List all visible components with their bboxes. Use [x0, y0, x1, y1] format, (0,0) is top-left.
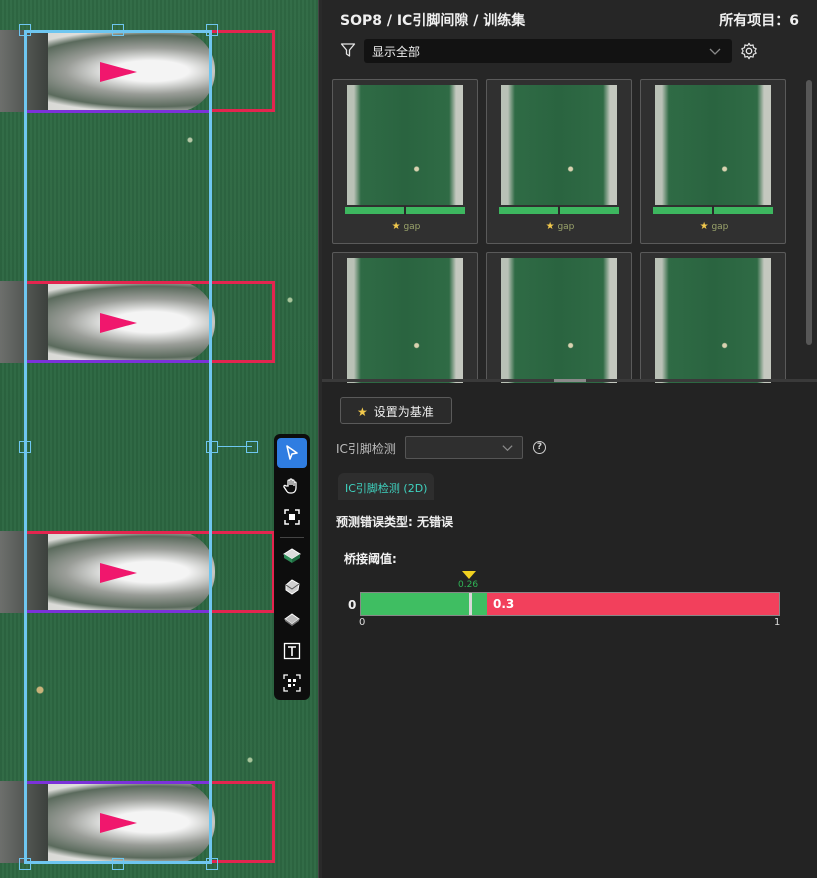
help-icon[interactable]: ?: [533, 441, 546, 454]
image-viewer[interactable]: [0, 0, 318, 878]
star-icon: ★: [545, 221, 555, 232]
slider-tick-max: 1: [774, 617, 781, 628]
set-baseline-button[interactable]: ★ 设置为基准: [340, 397, 452, 424]
thumbnail-image: [347, 258, 463, 383]
resize-handle[interactable]: [206, 24, 218, 36]
fit-view-icon[interactable]: [277, 502, 307, 532]
resize-handle[interactable]: [112, 24, 124, 36]
gallery-thumbnail[interactable]: ★ gap: [640, 79, 786, 244]
thumbnail-image: [655, 85, 771, 205]
chevron-down-icon: [502, 445, 513, 452]
filter-dropdown-value: 显示全部: [372, 45, 421, 59]
right-panel: SOP8 / IC引脚间隙 / 训练集 所有项目：6 显示全部 ★ gap ★ …: [322, 0, 817, 878]
resize-handle[interactable]: [206, 441, 218, 453]
thumbnail-threshold-bar: [653, 206, 773, 215]
gallery-thumbnail[interactable]: [640, 252, 786, 383]
chevron-down-icon: [709, 48, 721, 55]
selection-rectangle[interactable]: [24, 30, 212, 864]
chip-3d-icon[interactable]: [277, 572, 307, 602]
pin-roi-box[interactable]: [212, 531, 275, 613]
thumbnail-label: ★ gap: [391, 221, 421, 232]
slider-tick-min: 0: [359, 617, 366, 628]
gallery-thumbnail[interactable]: [332, 252, 478, 383]
rotation-handle[interactable]: [246, 441, 258, 453]
threshold-slider[interactable]: 0.3: [360, 592, 780, 616]
pad-3d-icon[interactable]: [277, 540, 307, 570]
gallery-thumbnail[interactable]: ★ gap: [486, 79, 632, 244]
thumbnail-image: [655, 258, 771, 383]
thumbnail-threshold-bar: [499, 206, 619, 215]
pin-roi-box[interactable]: [212, 281, 275, 363]
star-icon: ★: [699, 221, 709, 232]
star-icon: ★: [357, 405, 368, 419]
splitter-grip[interactable]: [554, 379, 586, 382]
thumbnail-label: ★ gap: [699, 221, 729, 232]
tool-palette: [274, 434, 310, 700]
resize-handle[interactable]: [19, 24, 31, 36]
qr-code-icon[interactable]: [277, 668, 307, 698]
detect-type-label: IC引脚检测: [336, 442, 396, 456]
detect-type-dropdown[interactable]: [405, 436, 523, 459]
threshold-marker-pointer[interactable]: [462, 571, 476, 579]
thumbnail-image: [347, 85, 463, 205]
ic-package-icon[interactable]: [277, 604, 307, 634]
set-baseline-label: 设置为基准: [373, 405, 434, 419]
breadcrumb: SOP8 / IC引脚间隙 / 训练集: [340, 13, 526, 29]
thumbnail-image: [501, 258, 617, 383]
threshold-current-value: 0.3: [493, 597, 515, 611]
threshold-marker-value: 0.26: [458, 580, 479, 590]
resize-handle[interactable]: [112, 858, 124, 870]
threshold-title: 桥接阈值:: [344, 552, 397, 566]
resize-handle[interactable]: [19, 441, 31, 453]
gallery-scrollbar[interactable]: [806, 80, 812, 345]
resize-handle[interactable]: [19, 858, 31, 870]
thumbnail-image: [501, 85, 617, 205]
threshold-current-min: 0: [348, 598, 357, 612]
gallery-thumbnail[interactable]: [486, 252, 632, 383]
select-arrow-icon[interactable]: [277, 438, 307, 468]
gallery-thumbnail[interactable]: ★ gap: [332, 79, 478, 244]
threshold-marker[interactable]: [469, 593, 472, 615]
pin-roi-box[interactable]: [212, 30, 275, 112]
star-icon: ★: [391, 221, 401, 232]
thumbnail-threshold-bar: [345, 206, 465, 215]
filter-dropdown[interactable]: 显示全部: [364, 39, 732, 63]
text-icon[interactable]: [277, 636, 307, 666]
item-count: 所有项目：6: [719, 13, 799, 29]
app-root: SOP8 / IC引脚间隙 / 训练集 所有项目：6 显示全部 ★ gap ★ …: [0, 0, 817, 878]
resize-handle[interactable]: [206, 858, 218, 870]
prediction-result: 预测错误类型: 无错误: [336, 515, 453, 529]
tab-ic-pin-detect-2d[interactable]: IC引脚检测 (2D): [338, 473, 434, 500]
toolbar-divider: [280, 537, 304, 538]
hand-pan-icon[interactable]: [277, 471, 307, 501]
filter-icon[interactable]: [340, 42, 356, 58]
gallery-section: SOP8 / IC引脚间隙 / 训练集 所有项目：6 显示全部 ★ gap ★ …: [322, 0, 817, 383]
gear-icon[interactable]: [740, 42, 758, 60]
thumbnail-label: ★ gap: [545, 221, 575, 232]
pin-roi-box[interactable]: [212, 781, 275, 863]
